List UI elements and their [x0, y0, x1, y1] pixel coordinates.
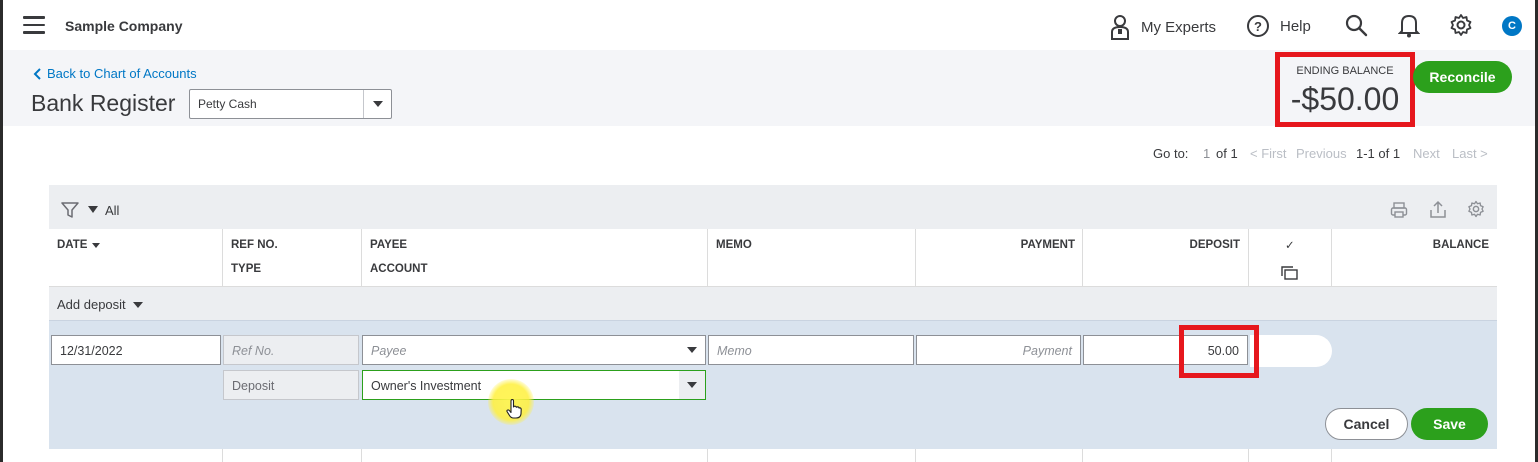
account-select[interactable]: Petty Cash: [189, 89, 392, 119]
column-header-memo[interactable]: MEMO: [716, 239, 752, 251]
copy-icon[interactable]: [1281, 266, 1298, 280]
search-icon[interactable]: [1344, 13, 1368, 37]
back-link[interactable]: Back to Chart of Accounts: [33, 66, 197, 81]
caret-down-icon: [132, 301, 143, 308]
add-transaction-row: Add deposit: [49, 287, 1497, 321]
help-button[interactable]: ? Help: [1246, 14, 1311, 38]
column-divider: [1331, 449, 1332, 462]
ref-no-input[interactable]: Ref No.: [223, 335, 359, 365]
page-of-label: of 1: [1216, 146, 1238, 161]
payee-placeholder: Payee: [371, 344, 407, 358]
hand-cursor-icon: [506, 399, 522, 419]
page-header: Back to Chart of Accounts Bank Register …: [3, 50, 1535, 127]
memo-placeholder: Memo: [717, 344, 752, 358]
type-value: Deposit: [232, 379, 275, 393]
transaction-edit-row: 12/31/2022 Ref No. Payee Memo Payment 50…: [49, 321, 1497, 449]
column-divider: [915, 229, 916, 287]
filter-label[interactable]: All: [105, 203, 119, 218]
my-experts-button[interactable]: My Experts: [1109, 14, 1216, 40]
help-icon: ?: [1247, 15, 1269, 37]
app-window: Sample Company My Experts ? Help C Back …: [0, 0, 1538, 462]
column-divider: [1082, 229, 1083, 287]
settings-gear-icon[interactable]: [1467, 200, 1485, 218]
menu-icon[interactable]: [23, 16, 45, 34]
sort-down-icon: [92, 242, 101, 248]
top-bar: Sample Company My Experts ? Help C: [3, 0, 1535, 50]
account-input-value: Owner's Investment: [371, 379, 482, 393]
filter-icon[interactable]: [61, 201, 79, 219]
ending-balance-label: ENDING BALANCE: [1296, 65, 1394, 77]
date-input-value: 12/31/2022: [60, 344, 123, 358]
payment-input[interactable]: Payment: [916, 335, 1081, 365]
balance-cell: [1250, 335, 1332, 367]
account-input[interactable]: Owner's Investment: [362, 370, 706, 400]
column-divider: [222, 449, 223, 462]
bell-icon[interactable]: [1398, 12, 1420, 38]
column-divider: [1082, 449, 1083, 462]
column-header-date[interactable]: DATE: [57, 239, 101, 251]
my-experts-label: My Experts: [1141, 18, 1217, 36]
highlight-box: [1179, 325, 1259, 378]
column-header-date-label: DATE: [57, 239, 88, 251]
cancel-button[interactable]: Cancel: [1325, 408, 1408, 440]
person-icon: [1111, 15, 1129, 40]
goto-page-input[interactable]: 1: [1203, 146, 1210, 161]
page-title: Bank Register: [31, 90, 176, 116]
column-header-cleared[interactable]: ✓: [1285, 238, 1295, 252]
column-divider: [915, 449, 916, 462]
column-divider: [222, 229, 223, 287]
back-link-label: Back to Chart of Accounts: [47, 66, 197, 81]
caret-down-icon: [363, 90, 391, 118]
chevron-left-icon: [33, 67, 41, 80]
column-header-type[interactable]: TYPE: [231, 263, 261, 275]
date-input[interactable]: 12/31/2022: [51, 335, 221, 365]
memo-input[interactable]: Memo: [708, 335, 914, 365]
column-header-account[interactable]: ACCOUNT: [370, 263, 428, 275]
payment-placeholder: Payment: [1022, 344, 1072, 358]
column-divider: [361, 229, 362, 287]
column-divider: [1248, 229, 1249, 287]
grid-header: DATE REF NO. TYPE PAYEE ACCOUNT MEMO PAY…: [49, 229, 1497, 287]
export-icon[interactable]: [1429, 200, 1447, 219]
caret-down-icon[interactable]: [679, 371, 705, 399]
add-deposit-dropdown[interactable]: Add deposit: [57, 297, 143, 312]
avatar[interactable]: C: [1502, 16, 1522, 36]
first-page-link[interactable]: < First: [1250, 146, 1286, 161]
grid-body: [49, 449, 1497, 462]
column-header-payment[interactable]: PAYMENT: [1021, 239, 1075, 251]
payee-input[interactable]: Payee: [362, 335, 706, 365]
reconcile-button[interactable]: Reconcile: [1413, 61, 1512, 93]
ref-no-placeholder: Ref No.: [232, 344, 275, 358]
column-header-ref-no[interactable]: REF NO.: [231, 239, 278, 251]
column-header-deposit[interactable]: DEPOSIT: [1190, 239, 1240, 251]
page-range: 1-1 of 1: [1356, 146, 1401, 161]
save-button[interactable]: Save: [1411, 408, 1488, 440]
column-divider: [707, 449, 708, 462]
column-header-balance[interactable]: BALANCE: [1433, 239, 1489, 251]
type-field: Deposit: [223, 370, 359, 400]
goto-label: Go to:: [1153, 146, 1189, 161]
company-name: Sample Company: [65, 18, 183, 34]
print-icon[interactable]: [1390, 201, 1408, 219]
column-divider: [707, 229, 708, 287]
caret-down-icon[interactable]: [679, 336, 705, 364]
register-grid: All DATE REF NO. TYPE PAYEE ACCOUNT MEMO…: [49, 185, 1497, 462]
account-select-value: Petty Cash: [198, 97, 257, 111]
ending-balance-value: -$50.00: [1290, 81, 1400, 117]
column-header-payee[interactable]: PAYEE: [370, 239, 407, 251]
caret-down-icon[interactable]: [88, 206, 98, 213]
next-page-link[interactable]: Next: [1413, 146, 1440, 161]
column-divider: [1248, 449, 1249, 462]
grid-toolbar: All: [49, 185, 1497, 229]
last-page-link[interactable]: Last >: [1452, 146, 1488, 161]
add-deposit-label: Add deposit: [57, 297, 126, 312]
svg-text:?: ?: [1254, 19, 1262, 34]
previous-page-link[interactable]: Previous: [1296, 146, 1347, 161]
column-divider: [1331, 229, 1332, 287]
ending-balance-box: ENDING BALANCE -$50.00: [1275, 52, 1415, 127]
help-label: Help: [1280, 17, 1311, 35]
gear-icon[interactable]: [1449, 13, 1473, 37]
column-divider: [361, 449, 362, 462]
